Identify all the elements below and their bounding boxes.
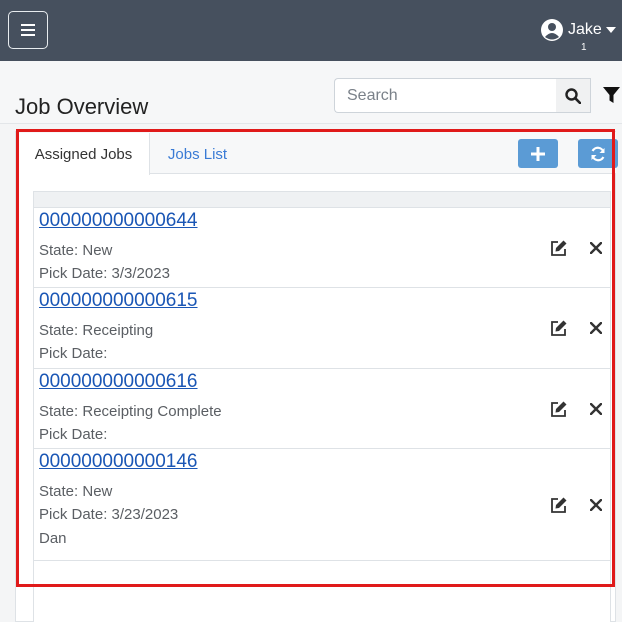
close-icon[interactable] — [587, 495, 605, 515]
list-header — [34, 192, 610, 208]
tab-jobs-list[interactable]: Jobs List — [150, 133, 245, 175]
chevron-down-icon — [605, 27, 616, 33]
edit-icon[interactable] — [549, 318, 569, 338]
tab-bar: Assigned Jobs Jobs List — [16, 132, 618, 175]
filter-button[interactable] — [601, 84, 622, 106]
job-id-link[interactable]: 000000000000615 — [39, 290, 198, 312]
job-pick-date: Pick Date: — [39, 426, 108, 443]
job-pick-date: Pick Date: — [39, 345, 108, 362]
add-job-button[interactable] — [518, 139, 558, 168]
notification-count: 1 — [581, 42, 587, 53]
filter-icon — [603, 86, 620, 103]
user-circle-icon — [541, 19, 563, 41]
job-item: 000000000000644 State: New Pick Date: 3/… — [34, 208, 610, 288]
menu-toggle-button[interactable] — [8, 11, 48, 49]
refresh-icon — [591, 146, 605, 161]
job-list: 000000000000644 State: New Pick Date: 3/… — [33, 191, 611, 622]
job-state: State: Receipting — [39, 322, 154, 339]
job-item: 000000000000616 State: Receipting Comple… — [34, 369, 610, 449]
close-icon[interactable] — [587, 399, 605, 419]
close-icon[interactable] — [587, 238, 605, 258]
job-item: 000000000000615 State: Receipting Pick D… — [34, 288, 610, 369]
job-id-link[interactable]: 000000000000644 — [39, 210, 198, 232]
user-menu[interactable]: Jake — [541, 17, 616, 43]
search-input[interactable] — [334, 78, 556, 113]
job-state: State: Receipting Complete — [39, 403, 222, 420]
refresh-button[interactable] — [578, 139, 618, 168]
jobs-card: Assigned Jobs Jobs List 000000000000644 … — [15, 131, 618, 622]
hamburger-icon — [21, 24, 35, 36]
close-icon[interactable] — [587, 318, 605, 338]
job-pick-date: Pick Date: 3/3/2023 — [39, 265, 170, 282]
edit-icon[interactable] — [549, 399, 569, 419]
search-icon — [565, 87, 581, 104]
job-pick-date: Pick Date: 3/23/2023 — [39, 506, 179, 523]
job-id-link[interactable]: 000000000000616 — [39, 371, 198, 393]
job-id-link[interactable]: 000000000000146 — [39, 451, 198, 473]
plus-icon — [531, 146, 545, 161]
job-assignee: Dan — [39, 530, 67, 547]
page-title: Job Overview — [15, 94, 149, 119]
tab-assigned-jobs[interactable]: Assigned Jobs — [18, 133, 150, 175]
top-navbar: Jake 1 — [0, 0, 622, 61]
job-state: State: New — [39, 483, 113, 500]
edit-icon[interactable] — [549, 495, 569, 515]
search-button[interactable] — [556, 78, 591, 113]
user-name: Jake — [568, 21, 602, 38]
job-state: State: New — [39, 242, 113, 259]
job-item: 000000000000146 State: New Pick Date: 3/… — [34, 449, 610, 561]
edit-icon[interactable] — [549, 238, 569, 258]
